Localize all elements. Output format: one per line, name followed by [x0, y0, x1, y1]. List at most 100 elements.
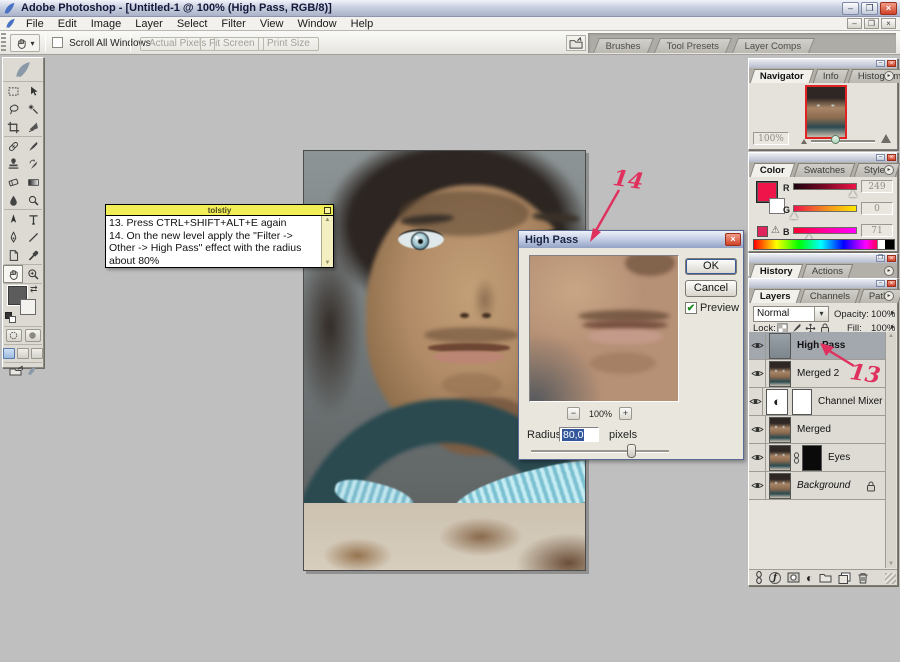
panel-close-button[interactable]: × [887, 154, 896, 161]
scroll-all-windows-option[interactable]: Scroll All Windows [52, 37, 151, 49]
layer-row-merged[interactable]: Merged [749, 416, 885, 444]
opacity-spinner-icon[interactable]: ▸ [891, 308, 895, 317]
radius-input[interactable]: 80,0 [559, 427, 599, 442]
panel-close-button[interactable]: × [887, 60, 896, 67]
menu-window[interactable]: Window [291, 17, 344, 31]
history-brush-tool[interactable] [23, 155, 43, 173]
lasso-tool[interactable] [3, 100, 23, 118]
pen-tool[interactable] [3, 228, 23, 246]
visibility-toggle[interactable] [749, 416, 766, 444]
scroll-up-icon[interactable]: ▲ [888, 333, 894, 339]
layer-row-high-pass[interactable]: High Pass [749, 332, 885, 360]
options-bar-grip[interactable] [1, 33, 6, 53]
channel-r-value[interactable]: 249 [861, 180, 893, 193]
minimize-button[interactable]: – [842, 2, 859, 15]
note-title-bar[interactable]: tolstiy [106, 205, 333, 216]
menu-select[interactable]: Select [170, 17, 215, 31]
delete-layer-icon[interactable] [857, 572, 869, 584]
panel-close-button[interactable]: × [887, 280, 896, 287]
well-tab-layer-comps[interactable]: Layer Comps [732, 38, 815, 53]
menu-edit[interactable]: Edit [51, 17, 84, 31]
well-tab-brushes[interactable]: Brushes [593, 38, 654, 53]
filter-preview[interactable] [529, 255, 679, 402]
zoom-in-button[interactable]: + [619, 407, 632, 420]
fit-screen-button[interactable]: Fit Screen [200, 37, 264, 51]
healing-brush-tool[interactable] [3, 137, 23, 155]
layer-row-channel-mixer[interactable]: ◐ Channel Mixer 1 [749, 388, 885, 416]
new-adjustment-layer-icon[interactable]: ◐ [806, 572, 813, 584]
zoom-out-mountain-icon[interactable] [801, 139, 807, 144]
dialog-title-bar[interactable]: High Pass × [519, 231, 743, 248]
layer-name[interactable]: Background [797, 480, 850, 491]
panel-menu-icon[interactable]: ▸ [884, 266, 894, 276]
tab-color[interactable]: Color [750, 163, 795, 177]
current-tool-preview[interactable]: ▾ [10, 34, 40, 52]
tab-layers[interactable]: Layers [750, 289, 801, 303]
layer-thumbnail[interactable] [769, 361, 791, 387]
ok-button[interactable]: OK [685, 258, 737, 275]
background-color-swatch[interactable] [20, 299, 36, 315]
eraser-tool[interactable] [3, 173, 23, 191]
tab-actions[interactable]: Actions [801, 264, 853, 278]
eyedropper-tool[interactable] [23, 246, 43, 264]
visibility-toggle[interactable] [749, 472, 766, 500]
panel-minimize-button[interactable]: – [876, 154, 885, 161]
layer-name[interactable]: Eyes [828, 452, 850, 463]
preview-checkbox[interactable]: ✔ [685, 302, 697, 314]
tab-swatches[interactable]: Swatches [794, 163, 856, 177]
doc-restore-button[interactable]: ❐ [864, 18, 879, 29]
blur-tool[interactable] [3, 191, 23, 209]
channel-r-slider[interactable] [793, 183, 857, 190]
panel-restore-button[interactable]: ❐ [876, 255, 885, 262]
menu-image[interactable]: Image [84, 17, 129, 31]
note-window[interactable]: tolstiy 13. Press CTRL+SHIFT+ALT+E again… [105, 204, 334, 268]
menu-file[interactable]: File [19, 17, 51, 31]
scroll-up-icon[interactable]: ▲ [325, 217, 331, 223]
gamut-swatch[interactable] [757, 226, 768, 237]
panel-close-button[interactable]: × [887, 255, 896, 262]
quick-mask-mode-button[interactable] [25, 329, 41, 342]
layer-row-eyes[interactable]: Eyes [749, 444, 885, 472]
standard-screen-mode-button[interactable] [3, 348, 15, 359]
spectrum-white-swatch[interactable] [877, 240, 885, 249]
new-group-icon[interactable] [819, 572, 832, 583]
zoom-in-mountain-icon[interactable] [881, 134, 891, 143]
fill-spinner-icon[interactable]: ▸ [891, 322, 895, 331]
tab-info[interactable]: Info [813, 69, 849, 83]
standard-mode-button[interactable] [6, 329, 22, 342]
layer-thumbnail[interactable] [769, 445, 791, 471]
layers-scrollbar[interactable]: ▲ ▼ [885, 332, 896, 568]
note-scrollbar[interactable]: ▲ ▼ [321, 216, 333, 267]
layer-name[interactable]: Merged 2 [797, 368, 839, 379]
visibility-toggle[interactable] [749, 444, 766, 472]
navigator-view-box[interactable] [805, 85, 847, 139]
layer-row-background[interactable]: Background [749, 472, 885, 500]
layer-name[interactable]: Merged [797, 424, 831, 435]
link-layers-icon[interactable] [755, 571, 763, 584]
print-size-button[interactable]: Print Size [258, 37, 319, 51]
well-tab-tool-presets[interactable]: Tool Presets [654, 38, 732, 53]
menu-help[interactable]: Help [344, 17, 381, 31]
visibility-toggle[interactable] [749, 332, 766, 360]
layer-mask-thumbnail[interactable] [792, 389, 812, 415]
layer-mask-thumbnail[interactable] [802, 445, 822, 471]
panel-menu-icon[interactable]: ▸ [884, 165, 894, 175]
high-pass-dialog[interactable]: High Pass × − 100% + Radius: 80,0 pixels… [518, 230, 744, 460]
tab-channels[interactable]: Channels [799, 289, 860, 303]
preview-option[interactable]: ✔ Preview [685, 302, 739, 314]
file-browser-button[interactable] [566, 35, 586, 51]
switch-colors-icon[interactable]: ⇄ [30, 284, 38, 295]
adjustment-layer-icon[interactable]: ◐ [766, 389, 788, 415]
channel-g-thumb[interactable] [790, 212, 798, 219]
jump-to-imageready-icon[interactable] [9, 365, 25, 377]
rectangular-marquee-tool[interactable] [3, 82, 23, 100]
add-mask-icon[interactable] [787, 572, 800, 583]
radius-slider-track[interactable] [531, 450, 669, 453]
zoom-out-button[interactable]: − [567, 407, 580, 420]
new-layer-icon[interactable] [838, 572, 851, 584]
crop-tool[interactable] [3, 118, 23, 136]
layer-thumbnail[interactable] [769, 417, 791, 443]
spectrum-black-swatch[interactable] [885, 240, 894, 249]
navigator-zoom-field[interactable]: 100% [753, 132, 789, 145]
fullscreen-mode-button[interactable] [31, 348, 43, 359]
